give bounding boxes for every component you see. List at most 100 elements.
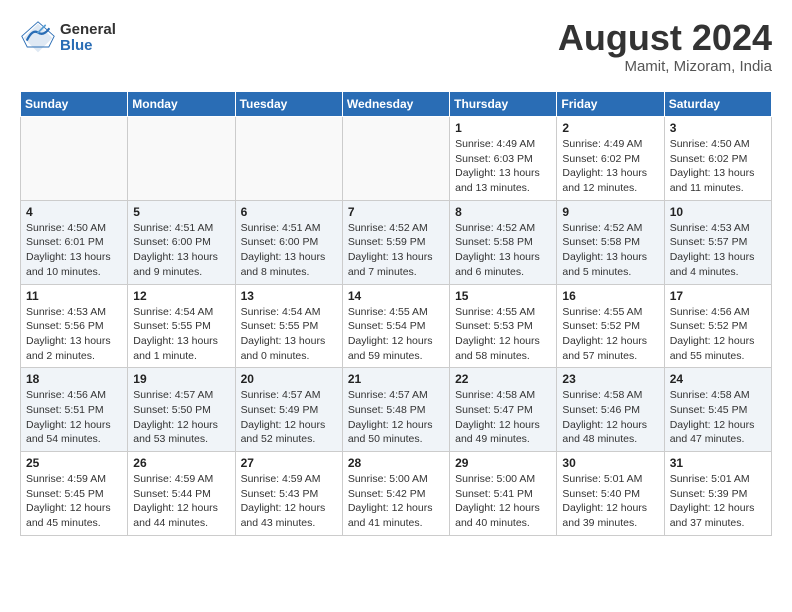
day-number: 10 — [670, 205, 766, 219]
day-info: Sunrise: 4:58 AM Sunset: 5:46 PM Dayligh… — [562, 388, 658, 447]
calendar-cell: 5 Sunrise: 4:51 AM Sunset: 6:00 PM Daylig… — [128, 200, 235, 284]
day-number: 23 — [562, 372, 658, 386]
calendar-cell — [235, 117, 342, 201]
calendar-cell: 29 Sunrise: 5:00 AM Sunset: 5:41 PM Dayli… — [450, 452, 557, 536]
day-number: 19 — [133, 372, 229, 386]
calendar-cell: 2 Sunrise: 4:49 AM Sunset: 6:02 PM Daylig… — [557, 117, 664, 201]
day-number: 2 — [562, 121, 658, 135]
day-info: Sunrise: 4:50 AM Sunset: 6:01 PM Dayligh… — [26, 221, 122, 280]
day-info: Sunrise: 4:56 AM Sunset: 5:51 PM Dayligh… — [26, 388, 122, 447]
day-info: Sunrise: 4:51 AM Sunset: 6:00 PM Dayligh… — [133, 221, 229, 280]
calendar-header: SundayMondayTuesdayWednesdayThursdayFrid… — [21, 92, 772, 117]
day-number: 18 — [26, 372, 122, 386]
calendar-cell: 30Sunrise: 5:01 AM Sunset: 5:40 PM Dayli… — [557, 452, 664, 536]
day-header-tuesday: Tuesday — [235, 92, 342, 117]
calendar-cell: 17 Sunrise: 4:56 AM Sunset: 5:52 PM Dayli… — [664, 284, 771, 368]
month-title: August 2024 — [558, 20, 772, 56]
calendar-cell: 31Sunrise: 5:01 AM Sunset: 5:39 PM Dayli… — [664, 452, 771, 536]
day-info: Sunrise: 4:50 AM Sunset: 6:02 PM Dayligh… — [670, 137, 766, 196]
day-number: 21 — [348, 372, 444, 386]
week-row-3: 11 Sunrise: 4:53 AM Sunset: 5:56 PM Dayli… — [21, 284, 772, 368]
day-info: Sunrise: 4:57 AM Sunset: 5:49 PM Dayligh… — [241, 388, 337, 447]
calendar-cell: 16 Sunrise: 4:55 AM Sunset: 5:52 PM Dayli… — [557, 284, 664, 368]
day-info: Sunrise: 4:52 AM Sunset: 5:58 PM Dayligh… — [455, 221, 551, 280]
day-number: 20 — [241, 372, 337, 386]
calendar-cell: 28 Sunrise: 5:00 AM Sunset: 5:42 PM Dayli… — [342, 452, 449, 536]
calendar-table: SundayMondayTuesdayWednesdayThursdayFrid… — [20, 91, 772, 536]
day-number: 14 — [348, 289, 444, 303]
day-info: Sunrise: 5:01 AM Sunset: 5:39 PM Dayligh… — [670, 472, 766, 531]
calendar-cell: 9 Sunrise: 4:52 AM Sunset: 5:58 PM Daylig… — [557, 200, 664, 284]
calendar-cell: 11 Sunrise: 4:53 AM Sunset: 5:56 PM Dayli… — [21, 284, 128, 368]
calendar-cell — [21, 117, 128, 201]
day-info: Sunrise: 4:55 AM Sunset: 5:54 PM Dayligh… — [348, 305, 444, 364]
day-info: Sunrise: 4:54 AM Sunset: 5:55 PM Dayligh… — [133, 305, 229, 364]
location-subtitle: Mamit, Mizoram, India — [558, 58, 772, 75]
week-row-4: 18 Sunrise: 4:56 AM Sunset: 5:51 PM Dayli… — [21, 368, 772, 452]
day-number: 9 — [562, 205, 658, 219]
day-number: 16 — [562, 289, 658, 303]
day-info: Sunrise: 4:49 AM Sunset: 6:03 PM Dayligh… — [455, 137, 551, 196]
day-number: 17 — [670, 289, 766, 303]
day-number: 27 — [241, 456, 337, 470]
day-number: 25 — [26, 456, 122, 470]
day-number: 4 — [26, 205, 122, 219]
days-of-week-row: SundayMondayTuesdayWednesdayThursdayFrid… — [21, 92, 772, 117]
day-number: 13 — [241, 289, 337, 303]
day-info: Sunrise: 4:54 AM Sunset: 5:55 PM Dayligh… — [241, 305, 337, 364]
day-info: Sunrise: 4:52 AM Sunset: 5:58 PM Dayligh… — [562, 221, 658, 280]
calendar-cell: 6 Sunrise: 4:51 AM Sunset: 6:00 PM Daylig… — [235, 200, 342, 284]
day-info: Sunrise: 4:57 AM Sunset: 5:48 PM Dayligh… — [348, 388, 444, 447]
calendar-cell: 20 Sunrise: 4:57 AM Sunset: 5:49 PM Dayli… — [235, 368, 342, 452]
logo-text: General Blue — [60, 22, 116, 55]
day-info: Sunrise: 4:52 AM Sunset: 5:59 PM Dayligh… — [348, 221, 444, 280]
calendar-cell: 18 Sunrise: 4:56 AM Sunset: 5:51 PM Dayli… — [21, 368, 128, 452]
day-info: Sunrise: 4:58 AM Sunset: 5:45 PM Dayligh… — [670, 388, 766, 447]
day-number: 28 — [348, 456, 444, 470]
calendar-cell — [342, 117, 449, 201]
day-number: 6 — [241, 205, 337, 219]
day-info: Sunrise: 4:55 AM Sunset: 5:52 PM Dayligh… — [562, 305, 658, 364]
day-number: 7 — [348, 205, 444, 219]
day-header-wednesday: Wednesday — [342, 92, 449, 117]
calendar-cell — [128, 117, 235, 201]
calendar-cell: 19Sunrise: 4:57 AM Sunset: 5:50 PM Dayli… — [128, 368, 235, 452]
calendar-cell: 23 Sunrise: 4:58 AM Sunset: 5:46 PM Dayli… — [557, 368, 664, 452]
day-info: Sunrise: 4:59 AM Sunset: 5:43 PM Dayligh… — [241, 472, 337, 531]
day-number: 15 — [455, 289, 551, 303]
day-number: 24 — [670, 372, 766, 386]
day-info: Sunrise: 4:49 AM Sunset: 6:02 PM Dayligh… — [562, 137, 658, 196]
calendar-cell: 25Sunrise: 4:59 AM Sunset: 5:45 PM Dayli… — [21, 452, 128, 536]
logo: General Blue — [20, 20, 116, 56]
day-info: Sunrise: 4:55 AM Sunset: 5:53 PM Dayligh… — [455, 305, 551, 364]
day-info: Sunrise: 5:00 AM Sunset: 5:41 PM Dayligh… — [455, 472, 551, 531]
calendar-cell: 26Sunrise: 4:59 AM Sunset: 5:44 PM Dayli… — [128, 452, 235, 536]
day-number: 11 — [26, 289, 122, 303]
calendar-cell: 27 Sunrise: 4:59 AM Sunset: 5:43 PM Dayli… — [235, 452, 342, 536]
calendar-cell: 24 Sunrise: 4:58 AM Sunset: 5:45 PM Dayli… — [664, 368, 771, 452]
day-info: Sunrise: 4:53 AM Sunset: 5:56 PM Dayligh… — [26, 305, 122, 364]
day-header-thursday: Thursday — [450, 92, 557, 117]
calendar-cell: 13 Sunrise: 4:54 AM Sunset: 5:55 PM Dayli… — [235, 284, 342, 368]
day-number: 8 — [455, 205, 551, 219]
day-number: 1 — [455, 121, 551, 135]
calendar-cell: 10 Sunrise: 4:53 AM Sunset: 5:57 PM Dayli… — [664, 200, 771, 284]
day-number: 22 — [455, 372, 551, 386]
week-row-5: 25Sunrise: 4:59 AM Sunset: 5:45 PM Dayli… — [21, 452, 772, 536]
day-info: Sunrise: 4:51 AM Sunset: 6:00 PM Dayligh… — [241, 221, 337, 280]
calendar-cell: 7 Sunrise: 4:52 AM Sunset: 5:59 PM Daylig… — [342, 200, 449, 284]
day-info: Sunrise: 4:56 AM Sunset: 5:52 PM Dayligh… — [670, 305, 766, 364]
day-header-monday: Monday — [128, 92, 235, 117]
page-header: General Blue August 2024 Mamit, Mizoram,… — [20, 20, 772, 75]
day-number: 29 — [455, 456, 551, 470]
title-block: August 2024 Mamit, Mizoram, India — [558, 20, 772, 75]
day-info: Sunrise: 5:00 AM Sunset: 5:42 PM Dayligh… — [348, 472, 444, 531]
day-info: Sunrise: 4:53 AM Sunset: 5:57 PM Dayligh… — [670, 221, 766, 280]
calendar-cell: 1 Sunrise: 4:49 AM Sunset: 6:03 PM Daylig… — [450, 117, 557, 201]
week-row-2: 4 Sunrise: 4:50 AM Sunset: 6:01 PM Daylig… — [21, 200, 772, 284]
calendar-cell: 8 Sunrise: 4:52 AM Sunset: 5:58 PM Daylig… — [450, 200, 557, 284]
day-header-saturday: Saturday — [664, 92, 771, 117]
week-row-1: 1 Sunrise: 4:49 AM Sunset: 6:03 PM Daylig… — [21, 117, 772, 201]
calendar-cell: 21 Sunrise: 4:57 AM Sunset: 5:48 PM Dayli… — [342, 368, 449, 452]
day-number: 5 — [133, 205, 229, 219]
